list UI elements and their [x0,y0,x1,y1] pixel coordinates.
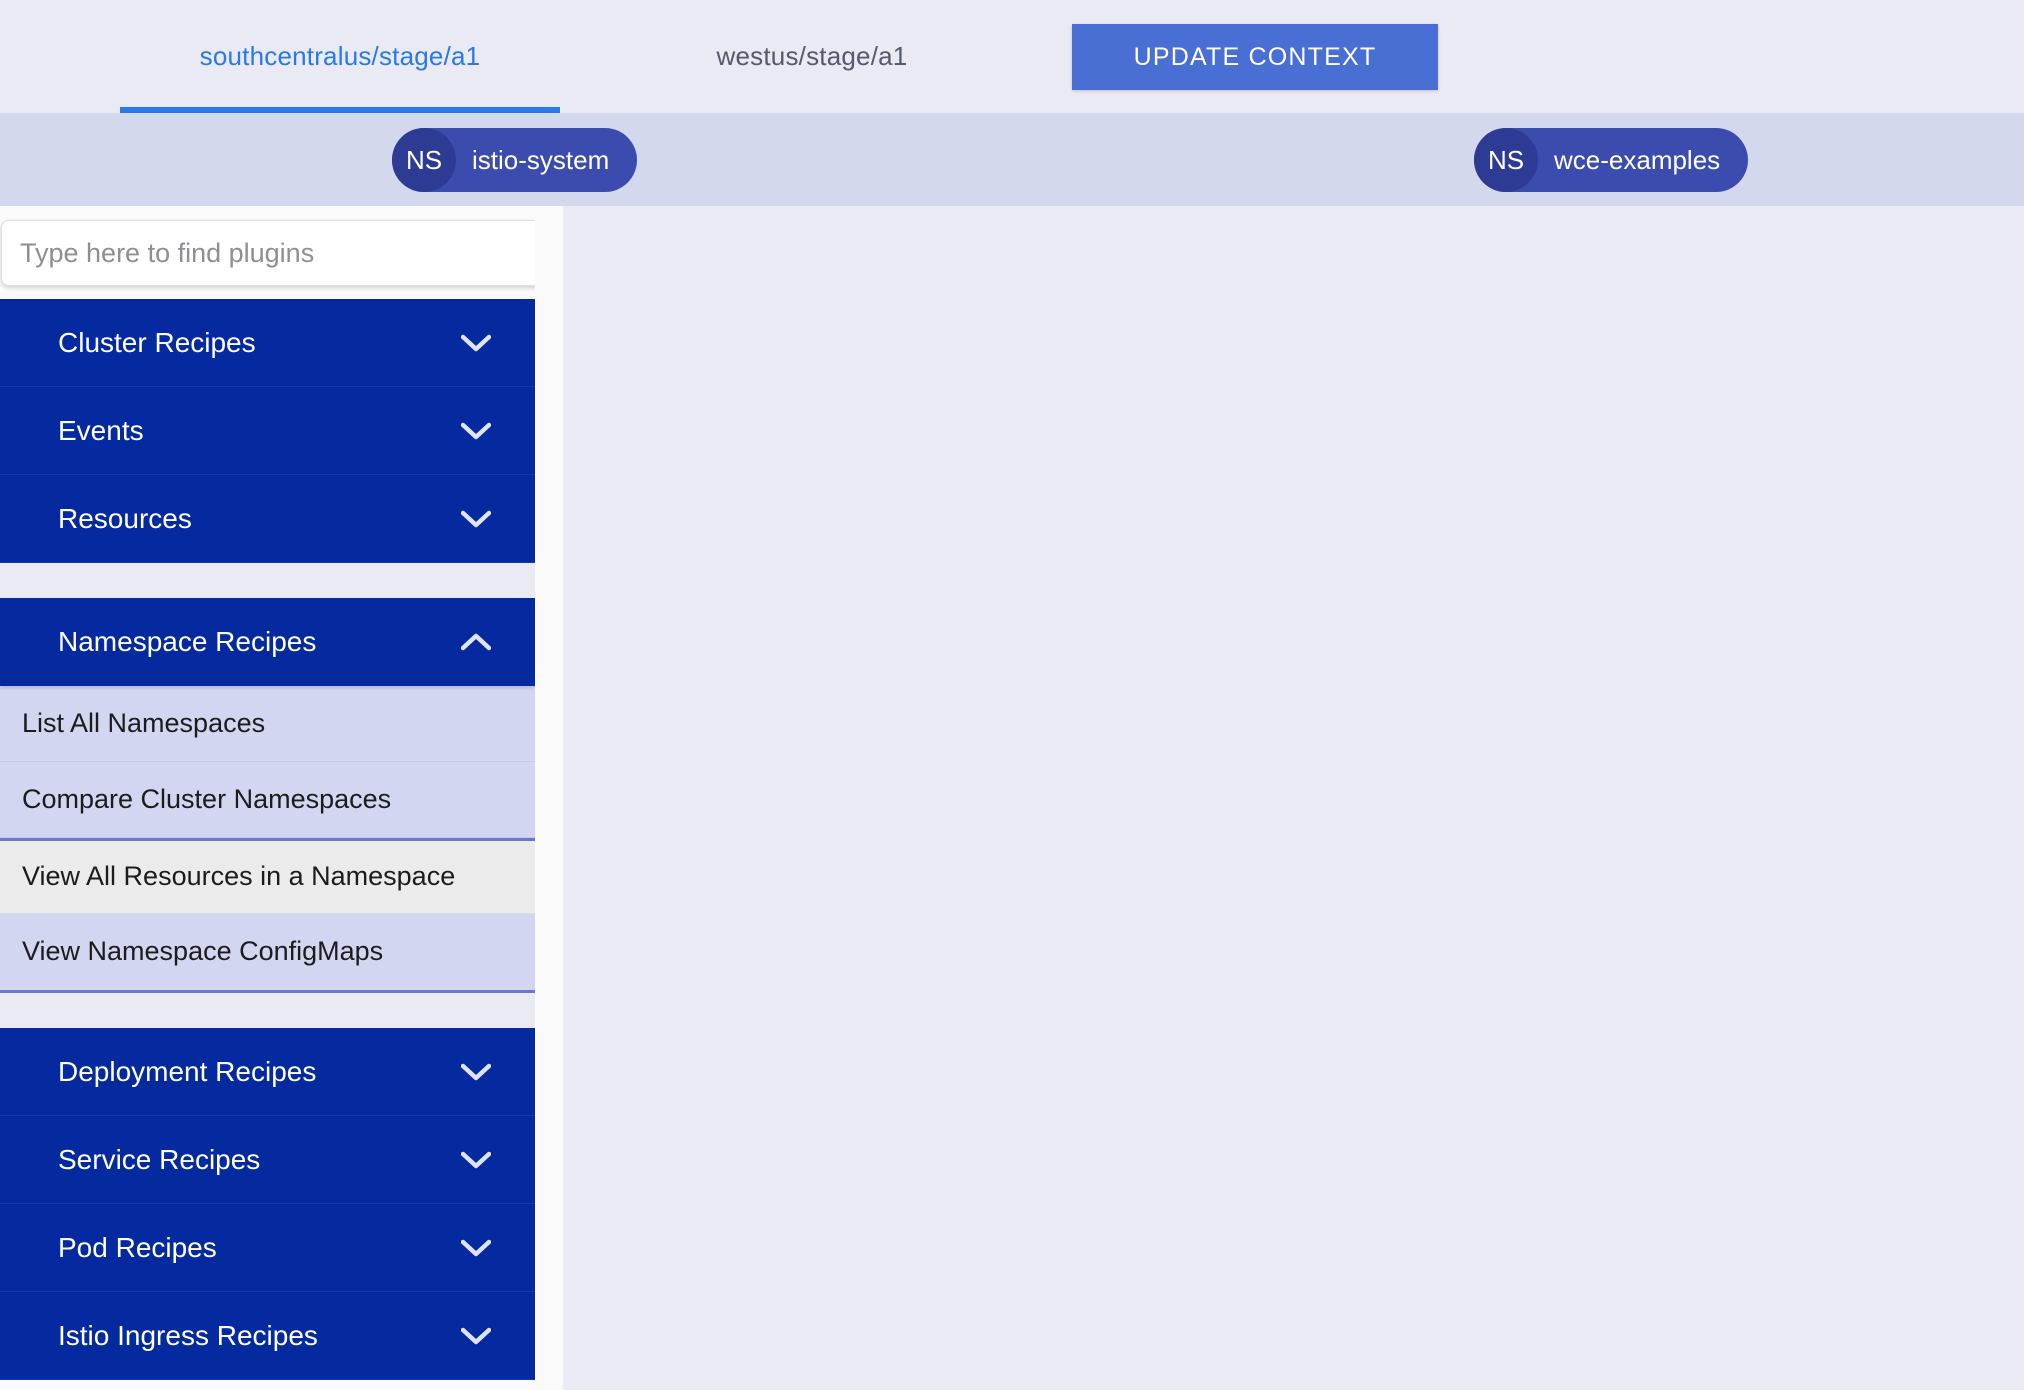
plugin-item-label: View Namespace ConfigMaps [22,936,384,967]
accordion-header-label: Pod Recipes [58,1231,217,1263]
tab-label: southcentralus/stage/a1 [199,41,481,71]
accordion-group-deployment-recipes: Deployment Recipes [0,1028,535,1116]
accordion-group-service-recipes: Service Recipes [0,1116,535,1204]
chevron-down-icon [461,334,491,352]
sidebar-gutter [535,206,563,1390]
app-root: southcentralus/stage/a1 westus/stage/a1 … [0,0,2024,1390]
accordion-header-label: Service Recipes [58,1143,261,1175]
accordion-header-label: Deployment Recipes [58,1055,317,1087]
chevron-down-icon [461,1063,491,1081]
namespace-chip-istio-system[interactable]: NS istio-system [392,128,638,192]
tab-westus-stage-a1[interactable]: westus/stage/a1 [622,0,1002,113]
chevron-down-icon [461,1327,491,1345]
update-context-button[interactable]: UPDATE CONTEXT [1072,24,1438,90]
chevron-down-icon [461,1151,491,1169]
namespace-avatar: NS [392,128,456,192]
accordion-header-events[interactable]: Events [0,387,535,475]
accordion-header-service-recipes[interactable]: Service Recipes [0,1116,535,1204]
accordion-header-istio-ingress-recipes[interactable]: Istio Ingress Recipes [0,1292,535,1380]
accordion-group-namespace-recipes: Namespace Recipes List All Namespaces Comp… [0,598,535,993]
plugin-sidebar: Cluster Recipes Events Resources Namespace … [0,206,563,1390]
accordion-group-gap [0,563,535,598]
chevron-down-icon [461,422,491,440]
main-content-area [563,206,2024,1390]
plugin-item-view-all-resources-in-a-namespace[interactable]: View All Resources in a Namespace [0,838,535,914]
plugin-search-wrapper [0,220,563,286]
chevron-down-icon [461,1239,491,1257]
plugin-item-list-all-namespaces[interactable]: List All Namespaces [0,686,535,762]
tab-southcentralus-stage-a1[interactable]: southcentralus/stage/a1 [120,0,560,113]
plugin-item-view-namespace-configmaps[interactable]: View Namespace ConfigMaps [0,914,535,990]
plugin-item-label: View All Resources in a Namespace [22,861,456,892]
accordion-header-label: Resources [58,502,192,534]
accordion-group-gap [0,993,535,1028]
accordion-group-cluster-recipes: Cluster Recipes [0,299,535,387]
namespace-chip-label: wce-examples [1554,144,1721,175]
plugin-accordion-list: Cluster Recipes Events Resources Namespace … [0,299,535,1390]
chevron-down-icon [461,510,491,528]
namespace-avatar: NS [1474,128,1538,192]
chevron-up-icon [461,633,491,651]
plugin-item-compare-cluster-namespaces[interactable]: Compare Cluster Namespaces [0,762,535,838]
accordion-header-label: Cluster Recipes [58,326,256,358]
accordion-group-istio-ingress-recipes: Istio Ingress Recipes [0,1292,535,1380]
accordion-header-namespace-recipes[interactable]: Namespace Recipes [0,598,535,686]
plugin-search-input[interactable] [1,220,563,286]
namespace-chip-label: istio-system [472,144,610,175]
accordion-header-resources[interactable]: Resources [0,475,535,563]
context-tab-bar: southcentralus/stage/a1 westus/stage/a1 … [0,0,2024,113]
accordion-header-cluster-recipes[interactable]: Cluster Recipes [0,299,535,387]
accordion-sublist-namespace-recipes: List All Namespaces Compare Cluster Names… [0,686,535,993]
accordion-header-label: Events [58,414,144,446]
accordion-header-label: Istio Ingress Recipes [58,1319,318,1351]
accordion-header-label: Namespace Recipes [58,626,317,657]
accordion-group-events: Events [0,387,535,475]
tab-label: westus/stage/a1 [716,41,908,71]
accordion-group-resources: Resources [0,475,535,563]
plugin-item-label: List All Namespaces [22,707,266,738]
accordion-header-pod-recipes[interactable]: Pod Recipes [0,1204,535,1292]
accordion-header-deployment-recipes[interactable]: Deployment Recipes [0,1028,535,1116]
plugin-item-label: Compare Cluster Namespaces [22,783,392,814]
accordion-group-pod-recipes: Pod Recipes [0,1204,535,1292]
namespace-chip-wce-examples[interactable]: NS wce-examples [1474,128,1749,192]
